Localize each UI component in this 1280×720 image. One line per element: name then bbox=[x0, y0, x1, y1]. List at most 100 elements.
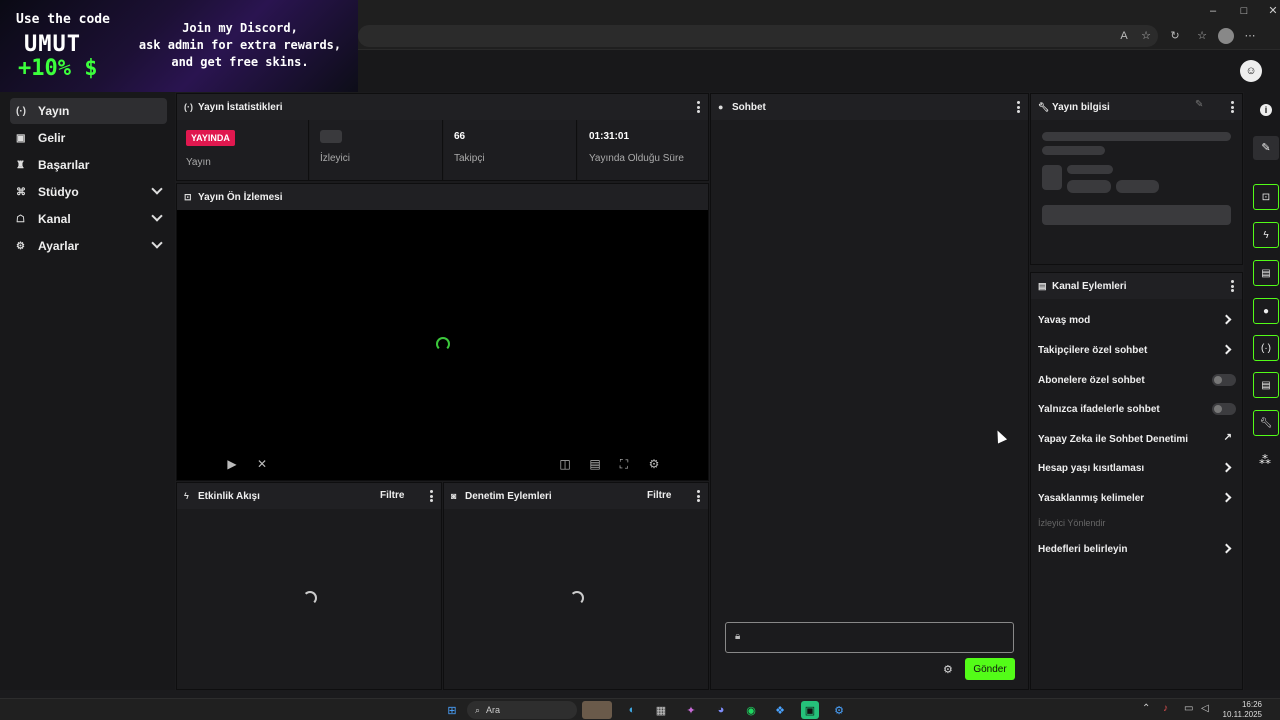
stream-info-widget-icon[interactable]: 🔧︎ bbox=[1253, 410, 1279, 436]
channel-action-label: Yapay Zeka ile Sohbet Denetimi bbox=[1038, 433, 1189, 445]
panel-title: Yayın bilgisi bbox=[1052, 101, 1110, 113]
copilot-icon[interactable]: ✦ bbox=[682, 701, 700, 719]
app-icon[interactable]: ❖ bbox=[771, 701, 789, 719]
skeleton-pill bbox=[1067, 180, 1111, 193]
preview-widget-icon[interactable]: ⊡ bbox=[1253, 184, 1279, 210]
channel-action-emotes-only: Yalnızca ifadelerle sohbet bbox=[1038, 399, 1236, 419]
section-label: İzleyici Yönlendir bbox=[1038, 518, 1106, 528]
skeleton-button bbox=[1042, 205, 1231, 225]
sidebar-item-studyo[interactable]: ⌘ Stüdyo bbox=[10, 179, 167, 205]
panel-title: Yayın İstatistikleri bbox=[198, 101, 283, 113]
close-icon[interactable]: ✕ bbox=[1265, 3, 1280, 19]
store-icon[interactable]: ▦ bbox=[652, 701, 670, 719]
sidebar-item-kanal[interactable]: ☖ Kanal bbox=[10, 206, 167, 232]
moderation-widget-icon[interactable]: ▤ bbox=[1253, 260, 1279, 286]
broadcast-widget-icon[interactable]: (·) bbox=[1253, 335, 1279, 361]
promo-overlay: Use the code UMUT +10% $ Join my Discord… bbox=[0, 0, 358, 92]
chevron-right-icon bbox=[1221, 314, 1232, 325]
profile-avatar-icon[interactable] bbox=[1218, 28, 1234, 44]
refresh-icon[interactable]: ↻ bbox=[1167, 28, 1183, 44]
filter-button[interactable]: Filtre bbox=[647, 490, 671, 501]
sidebar-item-gelir[interactable]: ▣ Gelir bbox=[10, 125, 167, 151]
windows-start-icon[interactable]: ⊞ bbox=[443, 701, 461, 719]
spotify-icon[interactable]: ◉ bbox=[742, 701, 760, 719]
moderation-actions-panel: ◙ Denetim Eylemleri bbox=[443, 482, 709, 690]
favorite-star-icon[interactable]: ☆ bbox=[1138, 28, 1154, 44]
chat-widget-icon[interactable]: ● bbox=[1253, 298, 1279, 324]
more-options-icon[interactable] bbox=[430, 490, 433, 502]
viewer-count-skeleton bbox=[320, 130, 342, 143]
play-icon[interactable]: ▶ bbox=[224, 456, 240, 472]
more-widgets-icon[interactable]: ⁂ bbox=[1259, 453, 1271, 467]
chat-message-input[interactable] bbox=[725, 622, 1014, 653]
lightning-icon: ϟ bbox=[184, 491, 189, 501]
edit-pencil-icon[interactable]: ✎ bbox=[1195, 99, 1203, 110]
channel-action-ai-moderation[interactable]: Yapay Zeka ile Sohbet Denetimi ↗ bbox=[1038, 429, 1236, 449]
sidebar-item-ayarlar[interactable]: ⚙ Ayarlar bbox=[10, 233, 167, 259]
favorites-icon[interactable]: ☆ bbox=[1194, 28, 1210, 44]
more-options-icon[interactable] bbox=[1231, 280, 1234, 292]
discord-line: Join my Discord, bbox=[182, 21, 298, 35]
microphone-icon[interactable]: ♪ bbox=[1163, 703, 1168, 714]
stat-label: Yayında Olduğu Süre bbox=[589, 153, 684, 164]
broadcast-icon: (·) bbox=[16, 105, 26, 117]
widgets-icon[interactable] bbox=[582, 701, 612, 719]
live-badge: YAYINDA bbox=[186, 130, 235, 146]
taskbar-search[interactable]: ⌕ Ara bbox=[467, 701, 577, 719]
stat-cell-yayin bbox=[177, 120, 309, 180]
chat-settings-gear-icon[interactable]: ⚙ bbox=[943, 663, 953, 676]
clock[interactable]: 16:26 10.11.2025 bbox=[1222, 700, 1262, 720]
shield-icon: ◙ bbox=[451, 491, 457, 501]
fullscreen-icon[interactable]: ⛶ bbox=[616, 456, 632, 472]
more-options-icon[interactable] bbox=[697, 101, 700, 113]
external-link-icon: ↗ bbox=[1223, 432, 1232, 443]
sidebar-item-label: Stüdyo bbox=[38, 185, 79, 199]
info-icon[interactable]: i bbox=[1260, 104, 1272, 116]
maximize-icon[interactable]: □ bbox=[1236, 3, 1252, 19]
stat-cell-izleyici bbox=[310, 120, 443, 180]
more-options-icon[interactable] bbox=[1231, 101, 1234, 113]
steam-icon[interactable]: ⚙ bbox=[830, 701, 848, 719]
promo-bonus: +10% $ bbox=[18, 56, 98, 81]
kick-app-icon[interactable]: ▣ bbox=[801, 701, 819, 719]
subscribers-only-toggle[interactable] bbox=[1212, 374, 1236, 386]
user-avatar[interactable]: ☺ bbox=[1240, 60, 1262, 82]
sidebar-item-label: Yayın bbox=[38, 104, 70, 118]
more-menu-icon[interactable]: ⋯ bbox=[1242, 28, 1258, 44]
panel-title: Sohbet bbox=[732, 101, 766, 113]
studio-icon: ⌘ bbox=[16, 186, 26, 198]
settings-gear-icon[interactable]: ⚙ bbox=[646, 456, 662, 472]
channel-action-banned-words[interactable]: Yasaklanmış kelimeler bbox=[1038, 488, 1236, 508]
send-button[interactable]: Gönder bbox=[965, 658, 1015, 680]
discord-icon[interactable]: ◕ bbox=[712, 701, 730, 719]
channel-action-set-goals[interactable]: Hedefleri belirleyin bbox=[1038, 539, 1236, 559]
sidebar-item-yayin[interactable]: (·) Yayın bbox=[10, 98, 167, 124]
filter-button[interactable]: Filtre bbox=[380, 490, 404, 501]
chevron-right-icon bbox=[1221, 344, 1232, 355]
network-icon[interactable]: ▭ bbox=[1184, 703, 1193, 714]
channel-action-label: Hesap yaşı kısıtlaması bbox=[1038, 462, 1145, 474]
more-options-icon[interactable] bbox=[1017, 101, 1020, 113]
trophy-icon: ♜ bbox=[16, 159, 25, 171]
more-options-icon[interactable] bbox=[697, 490, 700, 502]
mute-icon[interactable]: ✕ bbox=[254, 456, 270, 472]
address-bar[interactable] bbox=[358, 25, 1158, 47]
channel-action-account-age[interactable]: Hesap yaşı kısıtlaması bbox=[1038, 458, 1236, 478]
activity-widget-icon[interactable]: ϟ bbox=[1253, 222, 1279, 248]
channel-actions-widget-icon[interactable]: ▤ bbox=[1253, 372, 1279, 398]
volume-icon[interactable]: ◁ bbox=[1201, 703, 1209, 714]
gear-icon: ⚙ bbox=[16, 240, 25, 252]
edit-layout-icon[interactable]: ✎ bbox=[1253, 136, 1279, 160]
minimize-icon[interactable]: – bbox=[1205, 3, 1221, 19]
sidebar-item-basarilar[interactable]: ♜ Başarılar bbox=[10, 152, 167, 178]
chevron-right-icon bbox=[1221, 462, 1232, 473]
miniplayer-icon[interactable]: ◫ bbox=[557, 456, 573, 472]
emotes-only-toggle[interactable] bbox=[1212, 403, 1236, 415]
read-aloud-icon[interactable]: A bbox=[1116, 28, 1132, 44]
channel-action-followers-only[interactable]: Takipçilere özel sohbet bbox=[1038, 340, 1236, 360]
edge-browser-icon[interactable]: ◐ bbox=[623, 701, 641, 719]
preview-icon: ⊡ bbox=[184, 191, 192, 202]
theater-mode-icon[interactable]: ▤ bbox=[587, 456, 603, 472]
channel-action-slow-mode[interactable]: Yavaş mod bbox=[1038, 310, 1236, 330]
chevron-up-icon[interactable]: ⌃ bbox=[1142, 703, 1150, 714]
